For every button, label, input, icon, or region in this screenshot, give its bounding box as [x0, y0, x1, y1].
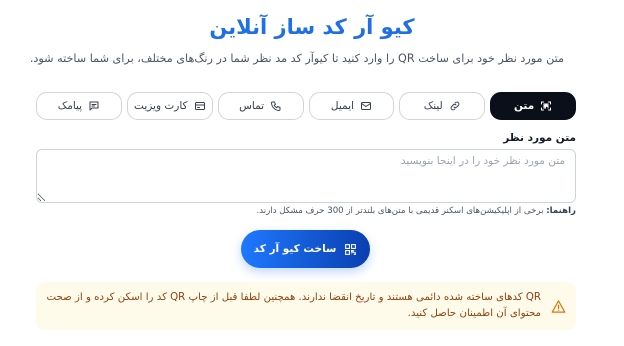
- tab-text[interactable]: متن: [490, 92, 576, 120]
- page-subtitle: متن مورد نظر خود برای ساخت QR را وارد کن…: [29, 52, 564, 65]
- page-title: کیو آر کد ساز آنلاین: [209, 15, 415, 39]
- tab-email[interactable]: ایمیل: [308, 92, 395, 120]
- hint-text: راهنما: برخی از اپلیکیشن‌های اسکنر قدیمی…: [257, 206, 576, 216]
- text-input[interactable]: [36, 149, 576, 203]
- text-field-label: متن مورد نظر: [503, 132, 576, 144]
- mail-icon: [360, 102, 371, 110]
- link-icon: [450, 101, 460, 111]
- tab-call[interactable]: تماس: [217, 92, 304, 120]
- qr-scan-icon: [541, 101, 552, 111]
- tab-business-card[interactable]: کارت ویزیت: [126, 92, 213, 120]
- hint-body: برخی از اپلیکیشن‌های اسکنر قدیمی با متن‌…: [256, 206, 544, 216]
- tab-label: لینک: [423, 100, 443, 112]
- generate-qr-label: ساخت کیو آر کد: [253, 243, 337, 255]
- notice-text: QR کدهای ساخته شده دائمی هستند و تاریخ ا…: [46, 292, 541, 319]
- hint-prefix: راهنما:: [546, 206, 576, 216]
- message-icon: [89, 101, 99, 111]
- tab-label: ایمیل: [330, 100, 354, 112]
- notice-box: QR کدهای ساخته شده دائمی هستند و تاریخ ا…: [36, 282, 576, 330]
- tab-link[interactable]: لینک: [399, 92, 486, 120]
- id-card-icon: [194, 102, 205, 110]
- tab-label: تماس: [239, 100, 265, 112]
- tab-sms[interactable]: پیامک: [36, 92, 122, 120]
- qr-type-tabs: متن لینک ایمیل تماس کارت ویزیت پیامک: [36, 92, 576, 120]
- warning-icon: [551, 299, 566, 313]
- generate-qr-button[interactable]: ساخت کیو آر کد: [241, 230, 370, 268]
- qr-code-icon: [345, 243, 357, 255]
- phone-icon: [271, 101, 281, 111]
- tab-label: متن: [513, 100, 535, 112]
- tab-label: کارت ویزیت: [134, 100, 188, 112]
- tab-label: پیامک: [57, 100, 83, 112]
